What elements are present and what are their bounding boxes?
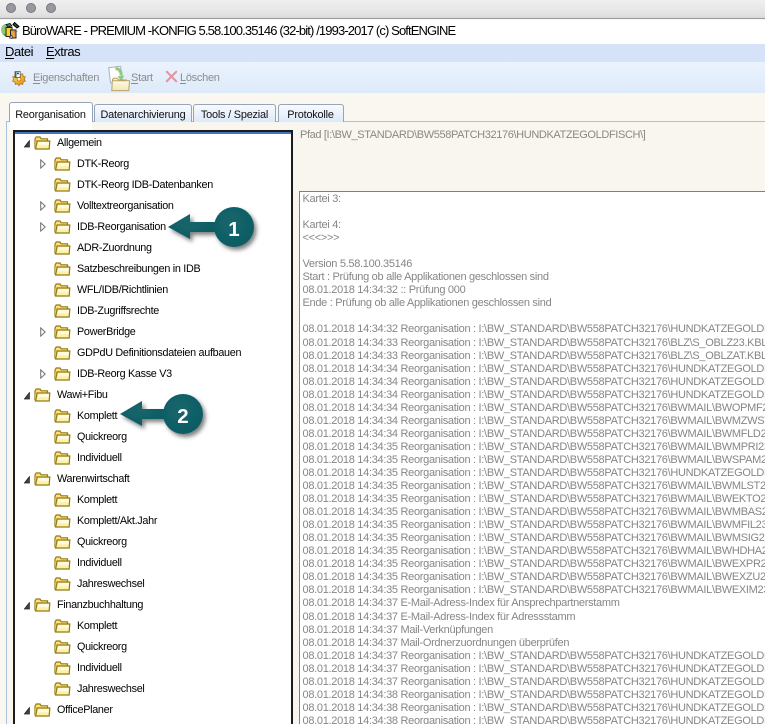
svg-text:2: 2 (177, 405, 188, 428)
svg-text:1: 1 (228, 218, 239, 241)
